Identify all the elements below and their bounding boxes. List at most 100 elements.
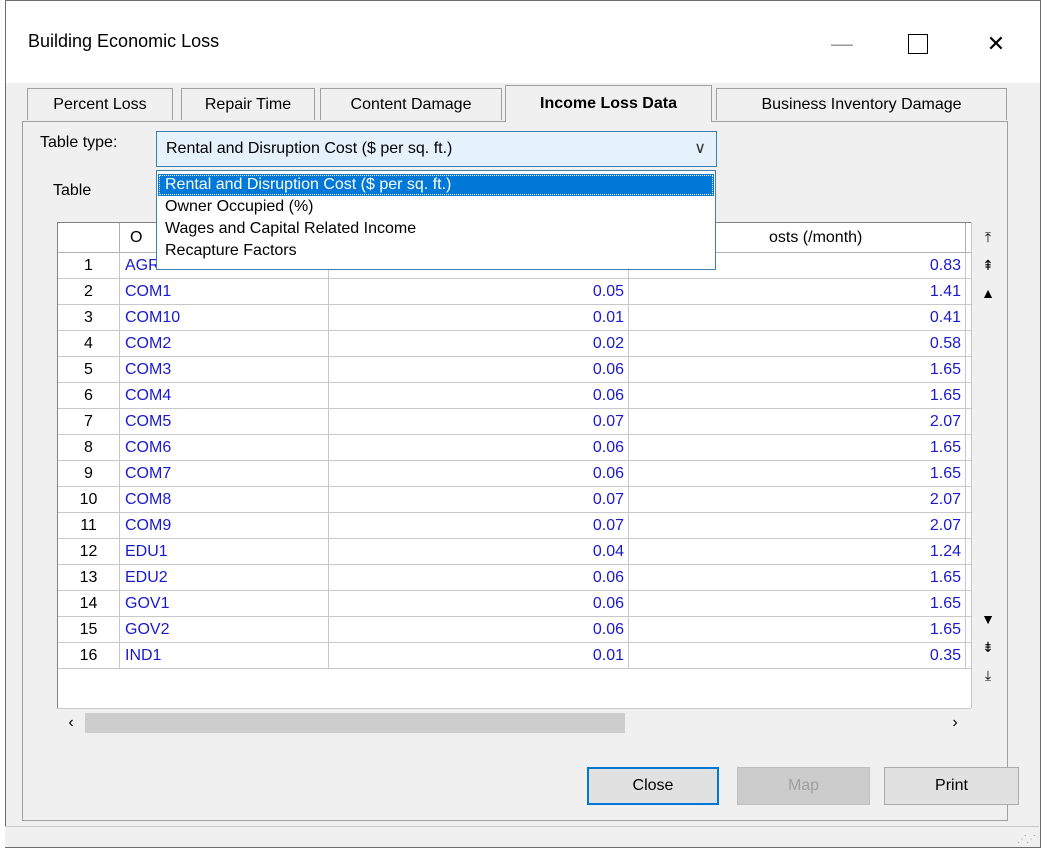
value-cell[interactable]: 0.06 — [329, 383, 629, 409]
value-cell[interactable]: 0.04 — [329, 539, 629, 565]
tab-repair-time[interactable]: Repair Time — [181, 88, 315, 120]
scroll-page-down-icon[interactable]: ⇟ — [976, 636, 1000, 658]
table-row[interactable]: 9 COM7 0.06 1.65 — [58, 461, 1001, 487]
cost-cell[interactable]: 1.65 — [629, 435, 966, 461]
table-row[interactable]: 2 COM1 0.05 1.41 — [58, 279, 1001, 305]
table-row[interactable]: 11 COM9 0.07 2.07 — [58, 513, 1001, 539]
scroll-up-icon[interactable]: ▲ — [976, 282, 1000, 304]
table-row[interactable]: 10 COM8 0.07 2.07 — [58, 487, 1001, 513]
close-button[interactable]: Close — [587, 767, 719, 805]
occupancy-cell[interactable]: COM8 — [120, 487, 329, 513]
value-cell[interactable]: 0.06 — [329, 565, 629, 591]
scroll-left-icon[interactable]: ‹ — [59, 711, 83, 735]
cost-cell[interactable]: 1.65 — [629, 461, 966, 487]
tab-business-inventory-damage[interactable]: Business Inventory Damage — [716, 88, 1007, 120]
vertical-scrollbar[interactable]: ⤒ ⇞ ▲ ▼ ⇟ ⤓ — [971, 222, 1002, 708]
value-cell[interactable]: 0.06 — [329, 591, 629, 617]
table-row[interactable]: 3 COM10 0.01 0.41 — [58, 305, 1001, 331]
scroll-top-icon[interactable]: ⤒ — [976, 226, 1000, 248]
cost-cell[interactable]: 0.35 — [629, 643, 966, 669]
row-number-cell: 15 — [58, 617, 120, 643]
cost-cell[interactable]: 1.24 — [629, 539, 966, 565]
scroll-bottom-icon[interactable]: ⤓ — [976, 664, 1000, 686]
horizontal-scroll-thumb[interactable] — [85, 713, 625, 733]
table-row[interactable]: 7 COM5 0.07 2.07 — [58, 409, 1001, 435]
cost-cell[interactable]: 1.41 — [629, 279, 966, 305]
print-button-label: Print — [935, 777, 968, 794]
horizontal-scrollbar[interactable]: ‹ › — [57, 708, 971, 736]
table-row[interactable]: 14 GOV1 0.06 1.65 — [58, 591, 1001, 617]
table-label: Table — [53, 182, 92, 199]
occupancy-cell[interactable]: COM7 — [120, 461, 329, 487]
table-row[interactable]: 13 EDU2 0.06 1.65 — [58, 565, 1001, 591]
value-cell[interactable]: 0.06 — [329, 435, 629, 461]
value-cell[interactable]: 0.05 — [329, 279, 629, 305]
table-type-select[interactable]: Rental and Disruption Cost ($ per sq. ft… — [156, 131, 717, 167]
scroll-page-up-icon[interactable]: ⇞ — [976, 254, 1000, 276]
scroll-corner — [971, 708, 1002, 736]
occupancy-cell[interactable]: EDU1 — [120, 539, 329, 565]
occupancy-cell[interactable]: COM9 — [120, 513, 329, 539]
cost-cell[interactable]: 1.65 — [629, 617, 966, 643]
cost-cell[interactable]: 2.07 — [629, 487, 966, 513]
cost-cell[interactable]: 1.65 — [629, 383, 966, 409]
row-number-cell: 2 — [58, 279, 120, 305]
occupancy-cell[interactable]: GOV1 — [120, 591, 329, 617]
cost-cell[interactable]: 1.65 — [629, 357, 966, 383]
table-row[interactable]: 5 COM3 0.06 1.65 — [58, 357, 1001, 383]
occupancy-cell[interactable]: COM6 — [120, 435, 329, 461]
value-cell[interactable]: 0.07 — [329, 513, 629, 539]
table-row[interactable]: 8 COM6 0.06 1.65 — [58, 435, 1001, 461]
table-row[interactable]: 12 EDU1 0.04 1.24 — [58, 539, 1001, 565]
cost-cell[interactable]: 1.65 — [629, 565, 966, 591]
minimize-button[interactable]: — — [812, 19, 872, 69]
value-cell[interactable]: 0.01 — [329, 643, 629, 669]
row-number-cell: 16 — [58, 643, 120, 669]
maximize-button[interactable] — [888, 19, 948, 69]
cost-cell[interactable]: 0.58 — [629, 331, 966, 357]
cost-cell[interactable]: 2.07 — [629, 409, 966, 435]
table-row[interactable]: 16 IND1 0.01 0.35 — [58, 643, 1001, 669]
table-row[interactable]: 4 COM2 0.02 0.58 — [58, 331, 1001, 357]
occupancy-cell[interactable]: COM2 — [120, 331, 329, 357]
occupancy-cell[interactable]: EDU2 — [120, 565, 329, 591]
table-type-dropdown-list[interactable]: Rental and Disruption Cost ($ per sq. ft… — [156, 170, 716, 270]
occupancy-cell[interactable]: COM4 — [120, 383, 329, 409]
tab-content-damage[interactable]: Content Damage — [320, 88, 502, 120]
cost-cell[interactable]: 2.07 — [629, 513, 966, 539]
maximize-icon — [908, 34, 928, 54]
tab-percent-loss[interactable]: Percent Loss — [27, 88, 173, 120]
occupancy-cell[interactable]: COM10 — [120, 305, 329, 331]
occupancy-cell[interactable]: GOV2 — [120, 617, 329, 643]
close-window-button[interactable]: ✕ — [966, 19, 1026, 69]
value-cell[interactable]: 0.07 — [329, 487, 629, 513]
occupancy-cell[interactable]: COM1 — [120, 279, 329, 305]
occupancy-cell[interactable]: IND1 — [120, 643, 329, 669]
value-cell[interactable]: 0.06 — [329, 357, 629, 383]
resize-grip-icon[interactable]: ⋰⋰ — [1017, 834, 1036, 845]
dropdown-option-owner-occupied[interactable]: Owner Occupied (%) — [158, 196, 714, 218]
cost-cell[interactable]: 0.41 — [629, 305, 966, 331]
dropdown-option-wages[interactable]: Wages and Capital Related Income — [158, 218, 714, 240]
value-cell[interactable]: 0.01 — [329, 305, 629, 331]
print-button[interactable]: Print — [884, 767, 1019, 805]
value-cell[interactable]: 0.07 — [329, 409, 629, 435]
row-number-cell: 6 — [58, 383, 120, 409]
dropdown-option-rental[interactable]: Rental and Disruption Cost ($ per sq. ft… — [158, 174, 714, 196]
cost-cell[interactable]: 1.65 — [629, 591, 966, 617]
title-bar: Building Economic Loss — ✕ — [6, 1, 1040, 83]
table-row[interactable]: 6 COM4 0.06 1.65 — [58, 383, 1001, 409]
value-cell[interactable]: 0.06 — [329, 461, 629, 487]
value-cell[interactable]: 0.06 — [329, 617, 629, 643]
tab-income-loss-data[interactable]: Income Loss Data — [505, 85, 712, 122]
value-cell[interactable]: 0.02 — [329, 331, 629, 357]
dropdown-option-recapture[interactable]: Recapture Factors — [158, 240, 714, 262]
data-grid[interactable]: O osts (/month) 1 AGR 0.83 2 COM1 0.05 1.41 3 CO… — [57, 222, 1002, 736]
table-row[interactable]: 15 GOV2 0.06 1.65 — [58, 617, 1001, 643]
occupancy-cell[interactable]: COM5 — [120, 409, 329, 435]
row-number-cell: 14 — [58, 591, 120, 617]
status-bar: ⋰⋰ — [5, 826, 1039, 847]
occupancy-cell[interactable]: COM3 — [120, 357, 329, 383]
scroll-right-icon[interactable]: › — [943, 711, 967, 735]
scroll-down-icon[interactable]: ▼ — [976, 608, 1000, 630]
